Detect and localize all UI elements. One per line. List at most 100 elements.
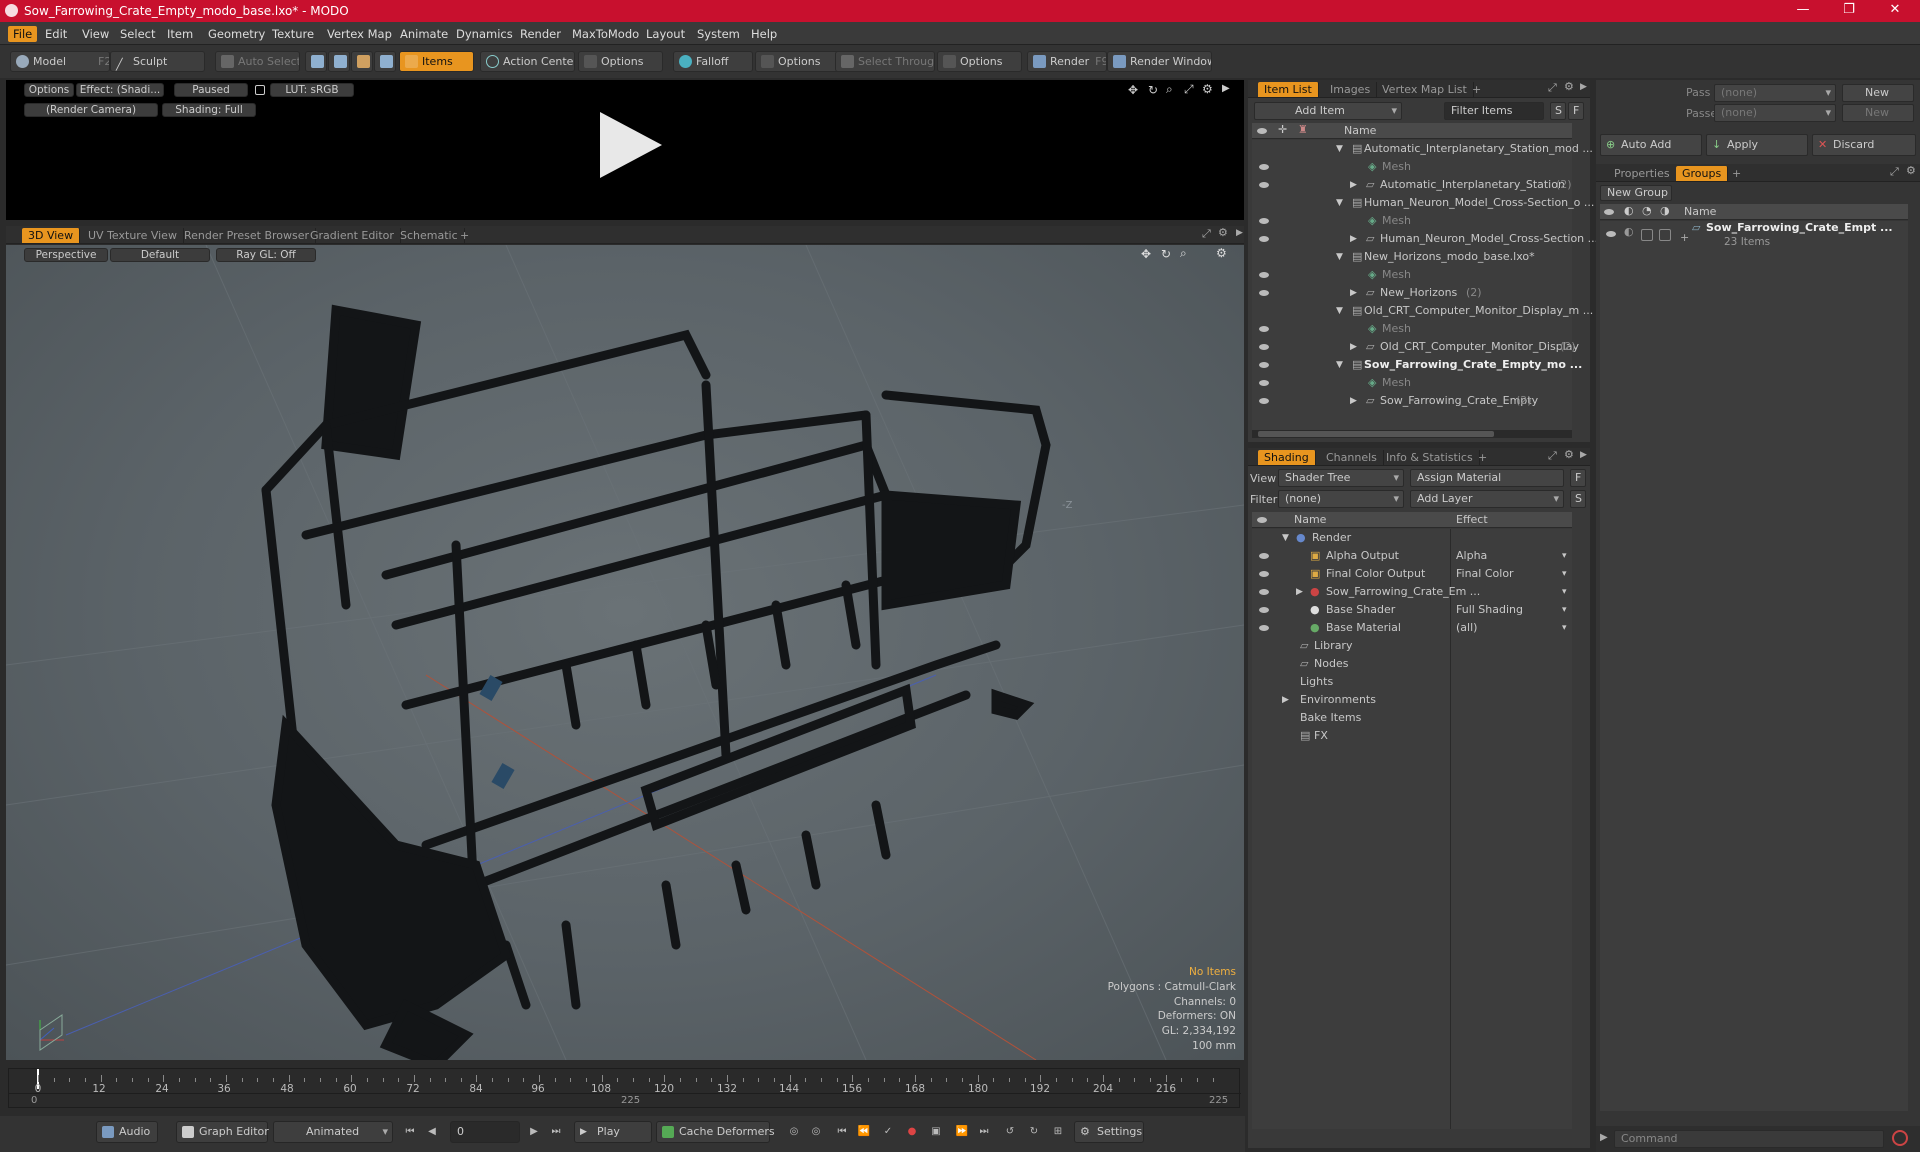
go-to-start-icon[interactable]: ⏮ bbox=[402, 1124, 418, 1140]
tree-item-final-color-output[interactable]: ▣ Final Color Output Final Color ▾ bbox=[1252, 565, 1572, 583]
pass-groups-dropdown[interactable]: (none) bbox=[1714, 84, 1836, 102]
arrow-right-icon[interactable]: ▶ bbox=[1580, 450, 1587, 460]
effect-column-header[interactable]: Effect bbox=[1456, 513, 1488, 526]
lock-column-icon[interactable]: ✛ bbox=[1278, 123, 1287, 136]
tab-shading[interactable]: Shading bbox=[1258, 450, 1316, 465]
select-checkbox[interactable] bbox=[1659, 229, 1671, 241]
tree-effect[interactable]: Alpha bbox=[1456, 547, 1487, 565]
render-window-button[interactable]: Render Window bbox=[1107, 51, 1212, 72]
add-item-dropdown[interactable]: Add Item bbox=[1254, 102, 1402, 120]
menu-render[interactable]: Render bbox=[515, 26, 566, 42]
menu-layout[interactable]: Layout bbox=[641, 26, 690, 42]
maximize-button[interactable]: ❐ bbox=[1826, 0, 1872, 22]
material-select-button[interactable] bbox=[374, 51, 396, 72]
zoom-icon[interactable]: ⌕ bbox=[1166, 82, 1173, 97]
record-icon[interactable]: ● bbox=[904, 1124, 920, 1140]
tab-uv-texture-view[interactable]: UV Texture View bbox=[82, 228, 184, 243]
menu-select[interactable]: Select bbox=[115, 26, 160, 42]
edge-select-button[interactable] bbox=[328, 51, 350, 72]
tab-groups[interactable]: Groups bbox=[1676, 166, 1729, 181]
loop-icon[interactable]: ↻ bbox=[1026, 1124, 1042, 1140]
gear-icon[interactable]: ⚙ bbox=[1218, 226, 1228, 239]
preview-paused-button[interactable]: Paused bbox=[174, 83, 248, 97]
tree-item-library[interactable]: ▱ Library bbox=[1252, 637, 1572, 655]
command-arrow-icon[interactable]: ▶ bbox=[1600, 1132, 1608, 1143]
3d-viewport[interactable]: -Z Perspective Default Ray GL: Off ✥ ↻ ⌕… bbox=[6, 245, 1244, 1060]
select-through-button[interactable]: Select Through bbox=[835, 51, 935, 72]
tree-item-render[interactable]: ▼ ● Render bbox=[1252, 529, 1572, 547]
move-icon[interactable]: ✥ bbox=[1128, 83, 1138, 97]
model-mode-button[interactable]: Model F2 bbox=[10, 51, 110, 72]
new-pass-group-button[interactable]: New bbox=[1842, 84, 1914, 102]
passes-dropdown[interactable]: (none) bbox=[1714, 104, 1836, 122]
snap-icon[interactable]: ⊞ bbox=[1050, 1124, 1066, 1140]
name-column-header[interactable]: Name bbox=[1684, 205, 1716, 218]
preview-effect-dropdown[interactable]: Effect: (Shadi... bbox=[76, 83, 164, 97]
lock-column-icon[interactable]: ◔ bbox=[1642, 204, 1652, 217]
graph-editor-button[interactable]: Graph Editor bbox=[176, 1121, 269, 1143]
rotate-icon[interactable]: ↻ bbox=[1148, 83, 1158, 97]
perspective-dropdown[interactable]: Perspective bbox=[24, 248, 108, 262]
tab-info-statistics[interactable]: Info & Statistics bbox=[1380, 450, 1480, 465]
timeline[interactable]: 0 12 24 36 48 60 72 84 96 108 120 132 14… bbox=[8, 1068, 1241, 1108]
tab-3d-view[interactable]: 3D View bbox=[22, 228, 81, 243]
expand-plus-icon[interactable]: + bbox=[1680, 229, 1689, 247]
current-frame-input[interactable]: 0 bbox=[450, 1121, 520, 1143]
tree-effect[interactable]: Full Shading bbox=[1456, 601, 1523, 619]
next-key-icon[interactable]: ⏩ bbox=[954, 1124, 970, 1140]
rotate-icon[interactable]: ↻ bbox=[1161, 247, 1171, 261]
arrow-right-icon[interactable]: ▶ bbox=[1580, 82, 1587, 92]
gear-icon[interactable]: ⚙ bbox=[1564, 80, 1574, 93]
add-tab-button[interactable]: + bbox=[454, 228, 475, 243]
menu-geometry[interactable]: Geometry bbox=[203, 26, 270, 42]
gear-icon[interactable]: ⚙ bbox=[1906, 164, 1916, 177]
horizontal-scrollbar[interactable] bbox=[1252, 430, 1572, 438]
tree-item-bake-items[interactable]: Bake Items bbox=[1252, 709, 1572, 727]
audio-button[interactable]: Audio bbox=[96, 1121, 158, 1143]
minimize-button[interactable]: — bbox=[1780, 0, 1826, 22]
key-icon[interactable]: ▣ bbox=[928, 1124, 944, 1140]
render-camera-dropdown[interactable]: (Render Camera) bbox=[24, 103, 158, 117]
loop-icon[interactable]: ↺ bbox=[1002, 1124, 1018, 1140]
tab-images[interactable]: Images bbox=[1324, 82, 1378, 97]
gear-icon[interactable]: ⚙ bbox=[1216, 246, 1227, 260]
tree-item-lights[interactable]: Lights bbox=[1252, 673, 1572, 691]
gear-icon[interactable]: ⚙ bbox=[1202, 82, 1213, 96]
scrollbar-thumb[interactable] bbox=[1258, 431, 1494, 437]
polygon-select-button[interactable] bbox=[351, 51, 373, 72]
groups-list[interactable]: ◐ + ▱ Sow_Farrowing_Crate_Empt ... 23 It… bbox=[1600, 221, 1908, 1111]
menu-dynamics[interactable]: Dynamics bbox=[451, 26, 518, 42]
preview-shading-dropdown[interactable]: Shading: Full bbox=[162, 103, 256, 117]
action-center-options-button[interactable]: Options bbox=[578, 51, 663, 72]
maximize-icon[interactable]: ⤢ bbox=[1184, 82, 1194, 97]
close-button[interactable]: ✕ bbox=[1872, 0, 1918, 22]
lock-checkbox[interactable] bbox=[1641, 229, 1653, 241]
name-column-header[interactable]: Name bbox=[1294, 513, 1326, 526]
vertex-select-button[interactable] bbox=[305, 51, 327, 72]
falloff-button[interactable]: Falloff bbox=[673, 51, 753, 72]
items-mode-button[interactable]: Items bbox=[399, 51, 474, 72]
play-icon[interactable] bbox=[596, 110, 666, 180]
shading-f-button[interactable]: F bbox=[1570, 469, 1586, 487]
new-pass-button[interactable]: New bbox=[1842, 104, 1914, 122]
menu-texture[interactable]: Texture bbox=[267, 26, 319, 42]
add-tab-button[interactable]: + bbox=[1472, 450, 1493, 465]
lut-dropdown[interactable]: LUT: sRGB bbox=[270, 83, 354, 97]
menu-file[interactable]: File bbox=[8, 26, 38, 42]
tab-render-preset-browser[interactable]: Render Preset Browser bbox=[178, 228, 317, 243]
auto-add-button[interactable]: ⊕ Auto Add bbox=[1600, 134, 1702, 156]
render-column-icon[interactable]: ♜ bbox=[1298, 123, 1308, 136]
tree-item-fx[interactable]: ▤ FX bbox=[1252, 727, 1572, 745]
eye-icon[interactable] bbox=[1257, 517, 1267, 523]
cache-deformers-button[interactable]: Cache Deformers bbox=[656, 1121, 775, 1143]
expand-icon[interactable]: ⤢ bbox=[1548, 449, 1557, 463]
tree-effect[interactable]: Final Color bbox=[1456, 565, 1514, 583]
view-dropdown[interactable]: Shader Tree bbox=[1278, 469, 1404, 487]
tab-item-list[interactable]: Item List bbox=[1258, 82, 1319, 97]
filter-items-input[interactable]: Filter Items bbox=[1444, 102, 1544, 120]
menu-view[interactable]: View bbox=[77, 26, 114, 42]
menu-system[interactable]: System bbox=[692, 26, 745, 42]
menu-animate[interactable]: Animate bbox=[395, 26, 453, 42]
tree-item-base-material[interactable]: ● Base Material (all) ▾ bbox=[1252, 619, 1572, 637]
auto-select-button[interactable]: Auto Select bbox=[215, 51, 300, 72]
